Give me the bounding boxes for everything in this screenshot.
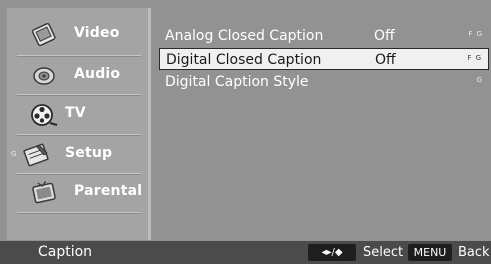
sidebar-item-tv[interactable]: TV (15, 96, 141, 134)
setting-row-digital-closed-caption[interactable]: Digital Closed Caption Off F G (159, 48, 489, 70)
sidebar-item-label: Audio (74, 66, 121, 82)
sidebar-item-parental[interactable]: Parental (15, 174, 143, 212)
setup-prefix-code: G (11, 150, 17, 158)
setting-row-digital-caption-style[interactable]: Digital Caption Style G (159, 71, 489, 93)
sidebar-item-label: Setup (65, 145, 113, 161)
sidebar: Video Audio TV G Setup Parental (7, 8, 148, 240)
sidebar-divider (17, 94, 141, 95)
footer-bar: Caption ◂▸/◆ Select MENU Back (0, 241, 491, 264)
sidebar-item-audio[interactable]: Audio (15, 57, 141, 95)
navigate-key-hint: ◂▸/◆ (308, 244, 356, 261)
tv-reel-icon (29, 101, 59, 129)
sidebar-divider (17, 55, 141, 56)
sidebar-divider (17, 134, 141, 135)
setting-label: Digital Caption Style (165, 74, 309, 90)
sidebar-item-label: Video (74, 25, 120, 41)
setting-row-analog-closed-caption[interactable]: Analog Closed Caption Off F G (159, 25, 489, 47)
setting-value: Off (374, 28, 395, 44)
setting-label: Analog Closed Caption (165, 28, 324, 44)
select-hint: Select (363, 245, 404, 260)
sidebar-item-setup[interactable]: G Setup (11, 136, 141, 174)
setting-value: Off (375, 52, 396, 68)
panel-divider (148, 8, 151, 240)
setting-code: G (476, 76, 483, 84)
audio-icon (29, 62, 59, 90)
setup-icon (21, 141, 51, 169)
sidebar-item-label: Parental (74, 183, 143, 199)
parental-icon (29, 179, 59, 207)
setting-label: Digital Closed Caption (166, 52, 322, 68)
sidebar-item-label: TV (65, 105, 86, 121)
video-icon (29, 21, 59, 49)
back-hint: Back (458, 245, 490, 260)
setting-code: F G (467, 54, 482, 62)
caption-menu-screen: Video Audio TV G Setup Parental Analog C… (0, 0, 491, 264)
sidebar-item-video[interactable]: Video (15, 16, 141, 54)
sidebar-divider (17, 212, 141, 213)
setting-code: F G (468, 30, 483, 38)
menu-key: MENU (408, 244, 452, 261)
footer-title: Caption (38, 244, 93, 260)
